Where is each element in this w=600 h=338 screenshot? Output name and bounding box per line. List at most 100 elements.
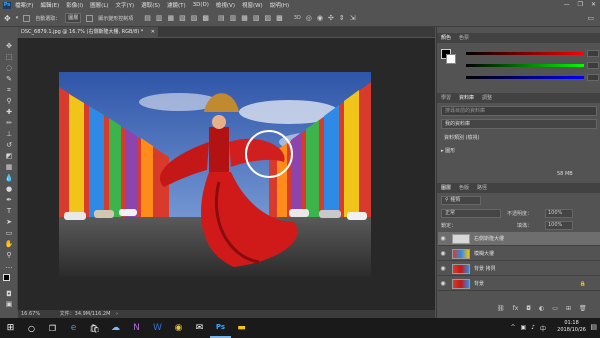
menu-window[interactable]: 視窗(W) <box>242 1 263 9</box>
mail-icon[interactable]: ✉ <box>189 318 210 338</box>
3d-scale-icon[interactable]: ⇲ <box>350 14 356 22</box>
3d-pan-icon[interactable]: ✣ <box>328 14 334 22</box>
red-value[interactable] <box>587 50 599 57</box>
marquee-tool-icon[interactable]: ⬚ <box>4 53 14 61</box>
visibility-eye-icon[interactable]: ◉ <box>438 265 448 272</box>
tab-learn[interactable]: 學習 <box>441 93 451 103</box>
path-select-tool-icon[interactable]: ➤ <box>4 218 14 226</box>
volume-icon[interactable]: ♪ <box>531 324 535 333</box>
color-panel-background-swatch[interactable] <box>446 54 456 64</box>
crop-tool-icon[interactable]: ⌗ <box>4 86 14 94</box>
ime-indicator[interactable]: 中 <box>540 324 546 333</box>
document-tab[interactable]: DSC_6879.1.jpg @ 16.7% (右側斯隆大樓, RGB/8) *… <box>18 27 158 37</box>
distribute-left-icon[interactable]: ▧ <box>253 14 260 22</box>
align-top-icon[interactable]: ▤ <box>144 14 151 22</box>
opacity-input[interactable]: 100% <box>545 209 573 218</box>
rectangle-tool-icon[interactable]: ▭ <box>4 229 14 237</box>
tab-adjustments[interactable]: 調整 <box>482 93 492 103</box>
brush-tool-icon[interactable]: ✏ <box>4 119 14 127</box>
add-mask-icon[interactable]: ◘ <box>526 305 531 312</box>
chrome-icon[interactable]: ◉ <box>168 318 189 338</box>
hand-tool-icon[interactable]: ✋ <box>4 240 14 248</box>
library-view-select[interactable]: 資料類別 (檢視) <box>441 133 597 143</box>
menu-3d[interactable]: 3D(D) <box>193 2 209 8</box>
red-slider[interactable] <box>466 52 584 55</box>
layer-style-icon[interactable]: fx <box>513 305 519 312</box>
maximize-icon[interactable]: ❐ <box>578 1 583 8</box>
quick-select-tool-icon[interactable]: ✎ <box>4 75 14 83</box>
healing-brush-tool-icon[interactable]: ✚ <box>4 108 14 116</box>
notification-icon[interactable]: ▤ <box>590 323 597 331</box>
clock[interactable]: 01:18 2018/10/26 <box>557 320 586 334</box>
blue-slider[interactable] <box>466 76 584 79</box>
status-arrow-icon[interactable]: › <box>116 311 118 317</box>
distribute-right-icon[interactable]: ▩ <box>276 14 283 22</box>
align-right-icon[interactable]: ▩ <box>202 14 209 22</box>
menu-image[interactable]: 影像(I) <box>66 1 83 9</box>
new-layer-icon[interactable]: ⊞ <box>566 305 571 312</box>
green-slider[interactable] <box>466 64 584 67</box>
type-tool-icon[interactable]: T <box>4 207 14 215</box>
green-value[interactable] <box>587 62 599 69</box>
zoom-level[interactable]: 16.67% <box>21 311 40 317</box>
fill-input[interactable]: 100% <box>545 221 573 230</box>
tab-layers[interactable]: 圖層 <box>441 183 451 193</box>
tab-paths[interactable]: 路徑 <box>477 183 487 193</box>
clone-stamp-tool-icon[interactable]: ⊥ <box>4 130 14 138</box>
align-middle-icon[interactable]: ▥ <box>156 14 163 22</box>
search-icon[interactable]: ○ <box>21 318 42 338</box>
blend-mode-select[interactable]: 正常 <box>441 209 501 218</box>
menu-type[interactable]: 文字(Y) <box>116 1 135 9</box>
distribute-center-icon[interactable]: ▨ <box>265 14 272 22</box>
tray-arrow-icon[interactable]: ^ <box>510 324 515 333</box>
more-tools-icon[interactable]: … <box>4 262 14 270</box>
auto-select-checkbox[interactable] <box>23 14 31 22</box>
library-select[interactable]: 我的資料庫 <box>441 119 597 129</box>
layer-name[interactable]: 模糊大樓 <box>474 250 494 257</box>
tab-channels[interactable]: 色版 <box>459 183 469 193</box>
file-explorer-icon[interactable]: ▬ <box>231 318 252 338</box>
library-graphics-item[interactable]: ▸ 圖形 <box>441 147 455 154</box>
3d-roll-icon[interactable]: ◉ <box>317 14 323 22</box>
menu-layer[interactable]: 圖層(L) <box>90 1 108 9</box>
menu-file[interactable]: 檔案(F) <box>15 1 33 9</box>
library-search-input[interactable]: 搜尋目前的資料庫 <box>441 106 597 116</box>
tab-close-icon[interactable]: ✕ <box>151 27 155 37</box>
layer-row-selected[interactable]: ◉ 右側斯隆大樓 <box>438 232 600 246</box>
menu-view[interactable]: 檢視(V) <box>216 1 235 9</box>
network-icon[interactable]: ▣ <box>520 324 526 333</box>
blur-tool-icon[interactable]: 💧 <box>4 174 14 182</box>
3d-slide-icon[interactable]: ⇕ <box>339 14 345 22</box>
distribute-top-icon[interactable]: ▤ <box>218 14 225 22</box>
visibility-eye-icon[interactable]: ◉ <box>438 235 448 242</box>
align-center-icon[interactable]: ▨ <box>191 14 198 22</box>
visibility-eye-icon[interactable]: ◉ <box>438 280 448 287</box>
workspace-icon[interactable]: ▭ <box>587 14 594 22</box>
pen-tool-icon[interactable]: ✒ <box>4 196 14 204</box>
tab-color[interactable]: 顏色 <box>441 33 451 43</box>
menu-edit[interactable]: 編輯(E) <box>40 1 59 9</box>
quick-mask-icon[interactable]: ◘ <box>4 290 14 298</box>
layer-row[interactable]: ◉ 模糊大樓 <box>438 247 600 261</box>
onedrive-icon[interactable]: ☁ <box>105 318 126 338</box>
foreground-color-swatch[interactable] <box>3 274 10 281</box>
photoshop-taskbar-icon[interactable]: Ps <box>210 318 231 338</box>
tab-swatches[interactable]: 色票 <box>459 33 469 43</box>
layer-name[interactable]: 背景 拷貝 <box>474 265 496 272</box>
edge-icon[interactable]: e <box>63 318 84 338</box>
tab-libraries[interactable]: 資料庫 <box>459 93 474 103</box>
zoom-tool-icon[interactable]: ⚲ <box>4 251 14 259</box>
minimize-icon[interactable]: — <box>564 1 570 8</box>
align-left-icon[interactable]: ▧ <box>179 14 186 22</box>
show-transform-checkbox[interactable] <box>86 14 94 22</box>
distribute-middle-icon[interactable]: ▥ <box>230 14 237 22</box>
align-bottom-icon[interactable]: ▦ <box>168 14 175 22</box>
visibility-eye-icon[interactable]: ◉ <box>438 250 448 257</box>
layer-filter-kind[interactable]: ⚲ 種類 <box>441 196 481 205</box>
menu-help[interactable]: 說明(H) <box>270 1 289 9</box>
blue-value[interactable] <box>587 74 599 81</box>
layer-name[interactable]: 右側斯隆大樓 <box>474 235 504 242</box>
eyedropper-tool-icon[interactable]: ⚲ <box>4 97 14 105</box>
move-tool-icon[interactable]: ✥ <box>4 14 11 23</box>
document-canvas-image[interactable] <box>59 72 371 277</box>
